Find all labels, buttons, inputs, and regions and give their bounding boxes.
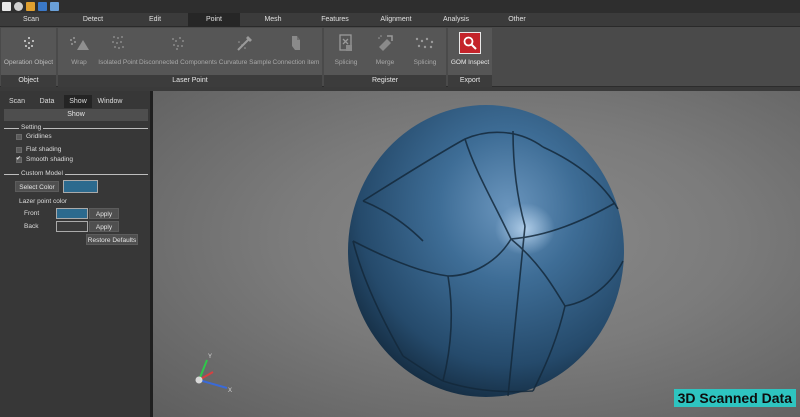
panel-tab-scan[interactable]: Scan xyxy=(4,95,30,108)
gom-inspect-label: GOM Inspect xyxy=(450,59,490,66)
isolated-point-icon xyxy=(107,32,129,54)
menu-tab-alignment[interactable]: Alignment xyxy=(366,13,426,27)
ribbon-group-object: Operation Object Object xyxy=(1,28,56,87)
curvature-sample-button[interactable]: Curvature Sample xyxy=(218,32,272,72)
menu-tab-mesh[interactable]: Mesh xyxy=(242,13,304,27)
group-label-laser-point: Laser Point xyxy=(58,75,322,87)
svg-text:X: X xyxy=(228,388,232,394)
ribbon-group-export: GOM Inspect Export xyxy=(448,28,492,87)
save-icon[interactable] xyxy=(38,2,47,11)
splicing-label: Splicing xyxy=(334,59,358,66)
front-apply-button[interactable]: Apply xyxy=(89,208,119,219)
flat-shading-label: Flat shading xyxy=(26,146,62,153)
operation-object-label: Operation Object xyxy=(3,59,54,66)
ribbon-group-register: Splicing Merge Splicing Register xyxy=(324,28,446,87)
gridlines-label: Gridlines xyxy=(26,133,52,140)
group-label-register: Register xyxy=(324,75,446,87)
menu-bar: Scan Detect Edit Point Mesh Features Ali… xyxy=(0,13,800,27)
disconnected-components-label: Disconnected Components xyxy=(138,59,218,66)
splicing-icon xyxy=(335,32,357,54)
lazer-point-color-title: Lazer point color xyxy=(19,198,68,205)
wrap-icon xyxy=(68,32,90,54)
menu-tab-features[interactable]: Features xyxy=(304,13,366,27)
menu-tab-detect[interactable]: Detect xyxy=(62,13,124,27)
splicing-points-button[interactable]: Splicing xyxy=(406,32,444,72)
ribbon-toolbar: Operation Object Object Wrap Isolated Po… xyxy=(0,27,800,87)
menu-tab-scan[interactable]: Scan xyxy=(0,13,62,27)
watermark-text: 3D Scanned Data xyxy=(677,390,792,406)
cube-icon[interactable] xyxy=(50,2,59,11)
operation-object-button[interactable]: Operation Object xyxy=(1,32,56,72)
back-label: Back xyxy=(24,223,39,230)
wrap-button[interactable]: Wrap xyxy=(62,32,96,72)
setting-title: Setting xyxy=(19,124,44,131)
new-file-icon[interactable] xyxy=(2,2,11,11)
splicing-button[interactable]: Splicing xyxy=(328,32,364,72)
splicing-points-icon xyxy=(414,32,436,54)
panel-tab-show[interactable]: Show xyxy=(64,95,92,108)
restore-defaults-button[interactable]: Restore Defaults xyxy=(86,234,138,245)
connection-item-button[interactable]: Connection item xyxy=(272,32,320,72)
disconnected-components-icon xyxy=(167,32,189,54)
menu-tab-edit[interactable]: Edit xyxy=(124,13,186,27)
isolated-point-button[interactable]: Isolated Point xyxy=(98,32,138,72)
connection-item-icon xyxy=(285,32,307,54)
scanned-data-watermark: 3D Scanned Data xyxy=(673,389,796,407)
show-section-header: Show xyxy=(4,109,148,121)
splicing-points-label: Splicing xyxy=(413,59,437,66)
menu-tab-analysis[interactable]: Analysis xyxy=(426,13,486,27)
front-color-swatch[interactable] xyxy=(56,208,88,219)
connection-item-label: Connection item xyxy=(272,59,320,66)
scanned-soccer-ball-model xyxy=(348,105,624,397)
curvature-sample-label: Curvature Sample xyxy=(218,59,272,66)
menu-tab-point[interactable]: Point xyxy=(188,13,240,27)
svg-text:Y: Y xyxy=(208,354,212,360)
merge-icon xyxy=(374,32,396,54)
open-folder-icon[interactable] xyxy=(26,2,35,11)
curvature-sample-icon xyxy=(234,32,256,54)
smooth-shading-checkbox[interactable] xyxy=(16,155,22,163)
disconnected-components-button[interactable]: Disconnected Components xyxy=(138,32,218,72)
left-panel: Scan Data Show Window Show Setting Gridl… xyxy=(0,91,150,417)
merge-button[interactable]: Merge xyxy=(368,32,402,72)
isolated-point-label: Isolated Point xyxy=(98,59,138,66)
model-color-swatch[interactable] xyxy=(63,180,98,193)
gom-inspect-button[interactable]: GOM Inspect xyxy=(448,32,492,72)
gridlines-checkbox[interactable] xyxy=(16,134,22,140)
menu-tab-other[interactable]: Other xyxy=(486,13,548,27)
back-color-swatch[interactable] xyxy=(56,221,88,232)
3d-viewport[interactable]: Y X 3D Scanned Data xyxy=(153,91,800,417)
group-label-object: Object xyxy=(1,75,56,87)
merge-label: Merge xyxy=(375,59,395,66)
ribbon-group-laser-point: Wrap Isolated Point Disconnected Compone… xyxy=(58,28,322,87)
panel-tab-data[interactable]: Data xyxy=(32,95,62,108)
select-color-button[interactable]: Select Color xyxy=(15,181,59,192)
wrap-label: Wrap xyxy=(71,59,87,66)
panel-tab-window[interactable]: Window xyxy=(94,95,126,108)
back-apply-button[interactable]: Apply xyxy=(89,221,119,232)
front-label: Front xyxy=(24,210,40,217)
custom-model-title: Custom Model xyxy=(19,170,65,177)
title-bar xyxy=(0,0,800,13)
smooth-shading-label: Smooth shading xyxy=(26,156,73,163)
gom-inspect-icon xyxy=(459,32,481,54)
group-label-export: Export xyxy=(448,75,492,87)
flat-shading-checkbox[interactable] xyxy=(16,147,22,153)
operation-object-icon xyxy=(18,32,40,54)
settings-gear-icon[interactable] xyxy=(14,2,23,11)
orientation-axis-gizmo: Y X xyxy=(195,354,232,394)
